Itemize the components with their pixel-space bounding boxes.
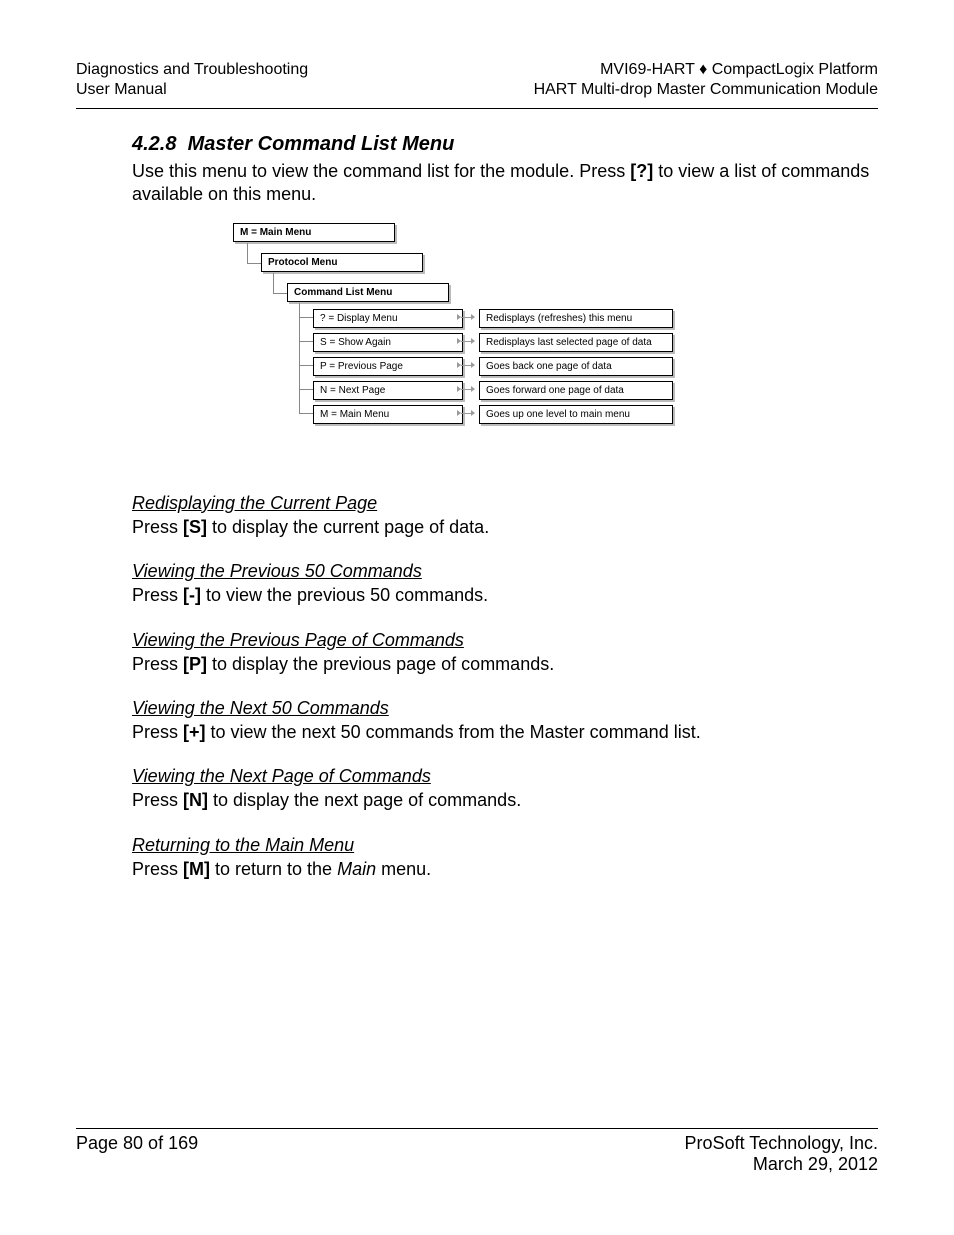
subhead-5: Returning to the Main Menu — [132, 835, 874, 856]
subtext-0: Press [S] to display the current page of… — [132, 516, 874, 539]
header-right-1: MVI69-HART ♦ CompactLogix Platform — [534, 60, 878, 80]
subtext-5: Press [M] to return to the Main menu. — [132, 858, 874, 881]
diagram-left-0: ? = Display Menu — [313, 309, 463, 328]
subtext-2: Press [P] to display the previous page o… — [132, 653, 874, 676]
diagram-right-1: Redisplays last selected page of data — [479, 333, 673, 352]
subhead-3: Viewing the Next 50 Commands — [132, 698, 874, 719]
subhead-1: Viewing the Previous 50 Commands — [132, 561, 874, 582]
subsection-1: Viewing the Previous 50 Commands Press [… — [132, 561, 874, 607]
subsection-3: Viewing the Next 50 Commands Press [+] t… — [132, 698, 874, 744]
diagram-right-2: Goes back one page of data — [479, 357, 673, 376]
section-heading: 4.2.8 Master Command List Menu — [132, 133, 874, 156]
diagram-right-3: Goes forward one page of data — [479, 381, 673, 400]
diagram-left-1: S = Show Again — [313, 333, 463, 352]
diagram-left-4: M = Main Menu — [313, 405, 463, 424]
menu-diagram: M = Main Menu Protocol Menu Command List… — [132, 223, 874, 423]
subhead-4: Viewing the Next Page of Commands — [132, 766, 874, 787]
subhead-0: Redisplaying the Current Page — [132, 493, 874, 514]
header-left-2: User Manual — [76, 80, 308, 100]
diagram-box-protocol: Protocol Menu — [261, 253, 423, 272]
subtext-1: Press [-] to view the previous 50 comman… — [132, 584, 874, 607]
subtext-3: Press [+] to view the next 50 commands f… — [132, 721, 874, 744]
footer-right-2: March 29, 2012 — [685, 1154, 878, 1175]
subhead-2: Viewing the Previous Page of Commands — [132, 630, 874, 651]
page-footer: Page 80 of 169 ProSoft Technology, Inc. … — [76, 1128, 878, 1175]
footer-right-1: ProSoft Technology, Inc. — [685, 1133, 878, 1154]
subsection-5: Returning to the Main Menu Press [M] to … — [132, 835, 874, 881]
header-right-2: HART Multi-drop Master Communication Mod… — [534, 80, 878, 100]
diagram-right-4: Goes up one level to main menu — [479, 405, 673, 424]
section-intro: Use this menu to view the command list f… — [132, 160, 874, 207]
header-rule — [76, 108, 878, 109]
subsection-4: Viewing the Next Page of Commands Press … — [132, 766, 874, 812]
subsection-2: Viewing the Previous Page of Commands Pr… — [132, 630, 874, 676]
footer-rule — [76, 1128, 878, 1129]
diagram-box-commandlist: Command List Menu — [287, 283, 449, 302]
header-left-1: Diagnostics and Troubleshooting — [76, 60, 308, 80]
footer-left: Page 80 of 169 — [76, 1133, 198, 1175]
page-header: Diagnostics and Troubleshooting User Man… — [76, 60, 878, 104]
diagram-right-0: Redisplays (refreshes) this menu — [479, 309, 673, 328]
diagram-left-3: N = Next Page — [313, 381, 463, 400]
subsection-0: Redisplaying the Current Page Press [S] … — [132, 493, 874, 539]
diagram-left-2: P = Previous Page — [313, 357, 463, 376]
subtext-4: Press [N] to display the next page of co… — [132, 789, 874, 812]
diagram-box-main: M = Main Menu — [233, 223, 395, 242]
